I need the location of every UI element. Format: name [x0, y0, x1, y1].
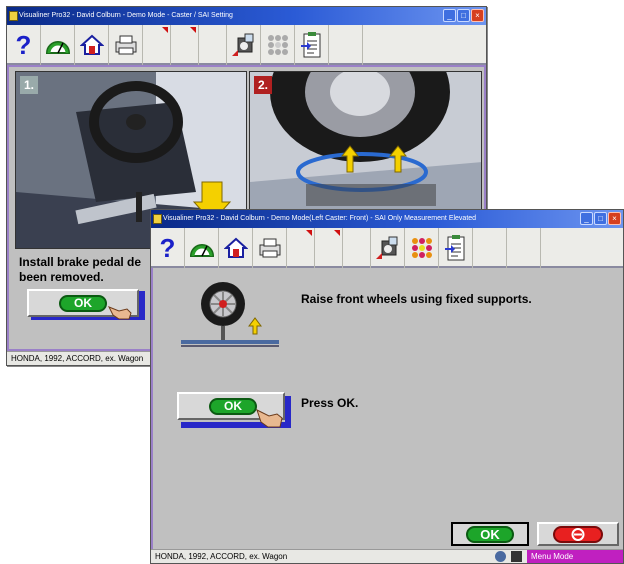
toolbar-slot-6[interactable] — [171, 25, 199, 65]
press-ok-text: Press OK. — [301, 396, 359, 410]
dots-pattern-icon — [411, 238, 432, 258]
back-ok-button[interactable]: OK — [27, 289, 139, 320]
gauge-button[interactable] — [185, 228, 219, 268]
hand-pointer-icon — [107, 306, 132, 320]
back-window-titlebar: Visualiner Pro32 - David Colburn - Demo … — [7, 7, 486, 25]
front-window: Visualiner Pro32 - David Colburn - Demo … — [150, 209, 624, 564]
print-button[interactable] — [253, 228, 287, 268]
app-icon — [153, 214, 162, 224]
bottom-ok-pill: OK — [466, 526, 514, 543]
help-button[interactable]: ? — [7, 25, 41, 65]
clipboard-button[interactable] — [295, 25, 329, 65]
front-content: Raise front wheels using fixed supports.… — [151, 268, 623, 549]
cancel-pill — [553, 526, 603, 543]
toolbar-slot-12[interactable] — [507, 228, 541, 268]
toolbar-slot-6[interactable] — [315, 228, 343, 268]
home-button[interactable] — [75, 25, 109, 65]
front-ok-pill: OK — [209, 398, 257, 415]
back-window-title: Visualiner Pro32 - David Colburn - Demo … — [19, 12, 233, 19]
close-button[interactable]: × — [471, 9, 484, 22]
front-ok-button[interactable]: OK — [177, 392, 285, 428]
cancel-button[interactable] — [537, 522, 619, 546]
camera-target-icon — [375, 236, 397, 259]
toolbar-slot-11[interactable] — [329, 25, 363, 65]
minimize-button[interactable]: _ — [443, 9, 456, 22]
camera-target-icon — [231, 33, 253, 56]
maximize-button[interactable]: □ — [457, 9, 470, 22]
ok-button-shadow-side — [139, 291, 145, 319]
toolbar-slot-7[interactable] — [199, 25, 227, 65]
close-button[interactable]: × — [608, 212, 621, 225]
home-icon — [223, 237, 248, 258]
panel-2-number: 2. — [254, 76, 272, 94]
front-window-titlebar: Visualiner Pro32 - David Colburn - Demo … — [151, 210, 623, 228]
front-window-title: Visualiner Pro32 - David Colburn - Demo … — [163, 215, 477, 222]
gauge-icon — [45, 41, 70, 54]
gauge-button[interactable] — [41, 25, 75, 65]
clipboard-arrow-icon — [444, 235, 464, 261]
back-ok-pill: OK — [59, 295, 107, 312]
no-entry-icon — [571, 528, 585, 541]
front-toolbar: ? — [151, 228, 623, 268]
maximize-button[interactable]: □ — [594, 212, 607, 225]
toolbar-slot-11[interactable] — [473, 228, 507, 268]
hand-pointer-icon — [256, 409, 283, 428]
dots-button[interactable] — [405, 228, 439, 268]
minimize-button[interactable]: _ — [580, 212, 593, 225]
printer-icon — [115, 35, 136, 55]
toolbar-slot-5[interactable] — [287, 228, 315, 268]
ok-button-shadow-side — [285, 396, 291, 428]
home-button[interactable] — [219, 228, 253, 268]
help-icon: ? — [15, 29, 32, 60]
camera-button[interactable] — [371, 228, 405, 268]
dots-button[interactable] — [261, 25, 295, 65]
home-icon — [79, 34, 104, 55]
gauge-icon — [189, 244, 214, 257]
wheel-on-stand-icon — [181, 282, 279, 347]
clipboard-arrow-icon — [300, 32, 320, 58]
toolbar-slot-7[interactable] — [343, 228, 371, 268]
status-icon-1 — [495, 551, 506, 562]
help-icon: ? — [159, 232, 176, 263]
toolbar-slot-5[interactable] — [143, 25, 171, 65]
front-statusbar: HONDA, 1992, ACCORD, ex. Wagon Menu Mode — [151, 549, 623, 563]
camera-button[interactable] — [227, 25, 261, 65]
status-icon-2 — [511, 551, 522, 562]
print-button[interactable] — [109, 25, 143, 65]
printer-icon — [259, 238, 280, 258]
raise-instruction: Raise front wheels using fixed supports. — [301, 292, 532, 306]
app-icon — [9, 11, 18, 21]
back-toolbar: ? — [7, 25, 486, 65]
dots-pattern-icon — [267, 35, 288, 55]
panel-1-number: 1. — [20, 76, 38, 94]
clipboard-button[interactable] — [439, 228, 473, 268]
help-button[interactable]: ? — [151, 228, 185, 268]
menu-mode-badge: Menu Mode — [527, 550, 623, 563]
bottom-ok-button[interactable]: OK — [451, 522, 529, 546]
front-status-text: HONDA, 1992, ACCORD, ex. Wagon — [155, 552, 288, 561]
